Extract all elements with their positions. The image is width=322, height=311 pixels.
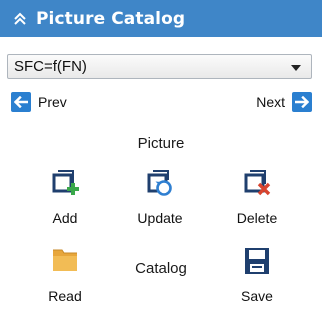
double-chevron-up-icon[interactable] <box>12 12 28 26</box>
update-picture-icon <box>147 170 172 196</box>
catalog-select-value: SFC=f(FN) <box>14 58 87 75</box>
read-button[interactable]: Read <box>30 246 100 304</box>
next-button[interactable]: Next <box>256 91 312 113</box>
folder-icon <box>53 249 77 271</box>
panel-header[interactable]: Picture Catalog <box>0 0 322 37</box>
dropdown-arrow-icon[interactable] <box>291 65 301 71</box>
next-label: Next <box>256 94 285 110</box>
update-button[interactable]: Update <box>125 168 195 226</box>
delete-label: Delete <box>236 210 278 226</box>
prev-label: Prev <box>38 94 67 110</box>
arrow-right-icon <box>292 92 312 112</box>
delete-picture-icon <box>244 170 271 196</box>
prev-button[interactable]: Prev <box>11 91 67 113</box>
add-picture-icon <box>52 170 79 195</box>
catalog-select[interactable]: SFC=f(FN) <box>7 54 312 79</box>
panel-title: Picture Catalog <box>36 8 186 29</box>
delete-button[interactable]: Delete <box>222 168 292 226</box>
add-label: Add <box>52 210 78 226</box>
catalog-section-title: Catalog <box>135 260 187 277</box>
add-button[interactable]: Add <box>30 168 100 226</box>
read-label: Read <box>48 288 82 304</box>
update-label: Update <box>137 210 183 226</box>
arrow-left-icon <box>11 92 31 112</box>
picture-section-title: Picture <box>137 135 185 152</box>
picture-catalog-panel: Picture Catalog SFC=f(FN) Prev Next Pict… <box>0 0 322 311</box>
save-button[interactable]: Save <box>222 246 292 304</box>
floppy-disk-icon <box>245 248 269 274</box>
save-label: Save <box>241 288 273 304</box>
